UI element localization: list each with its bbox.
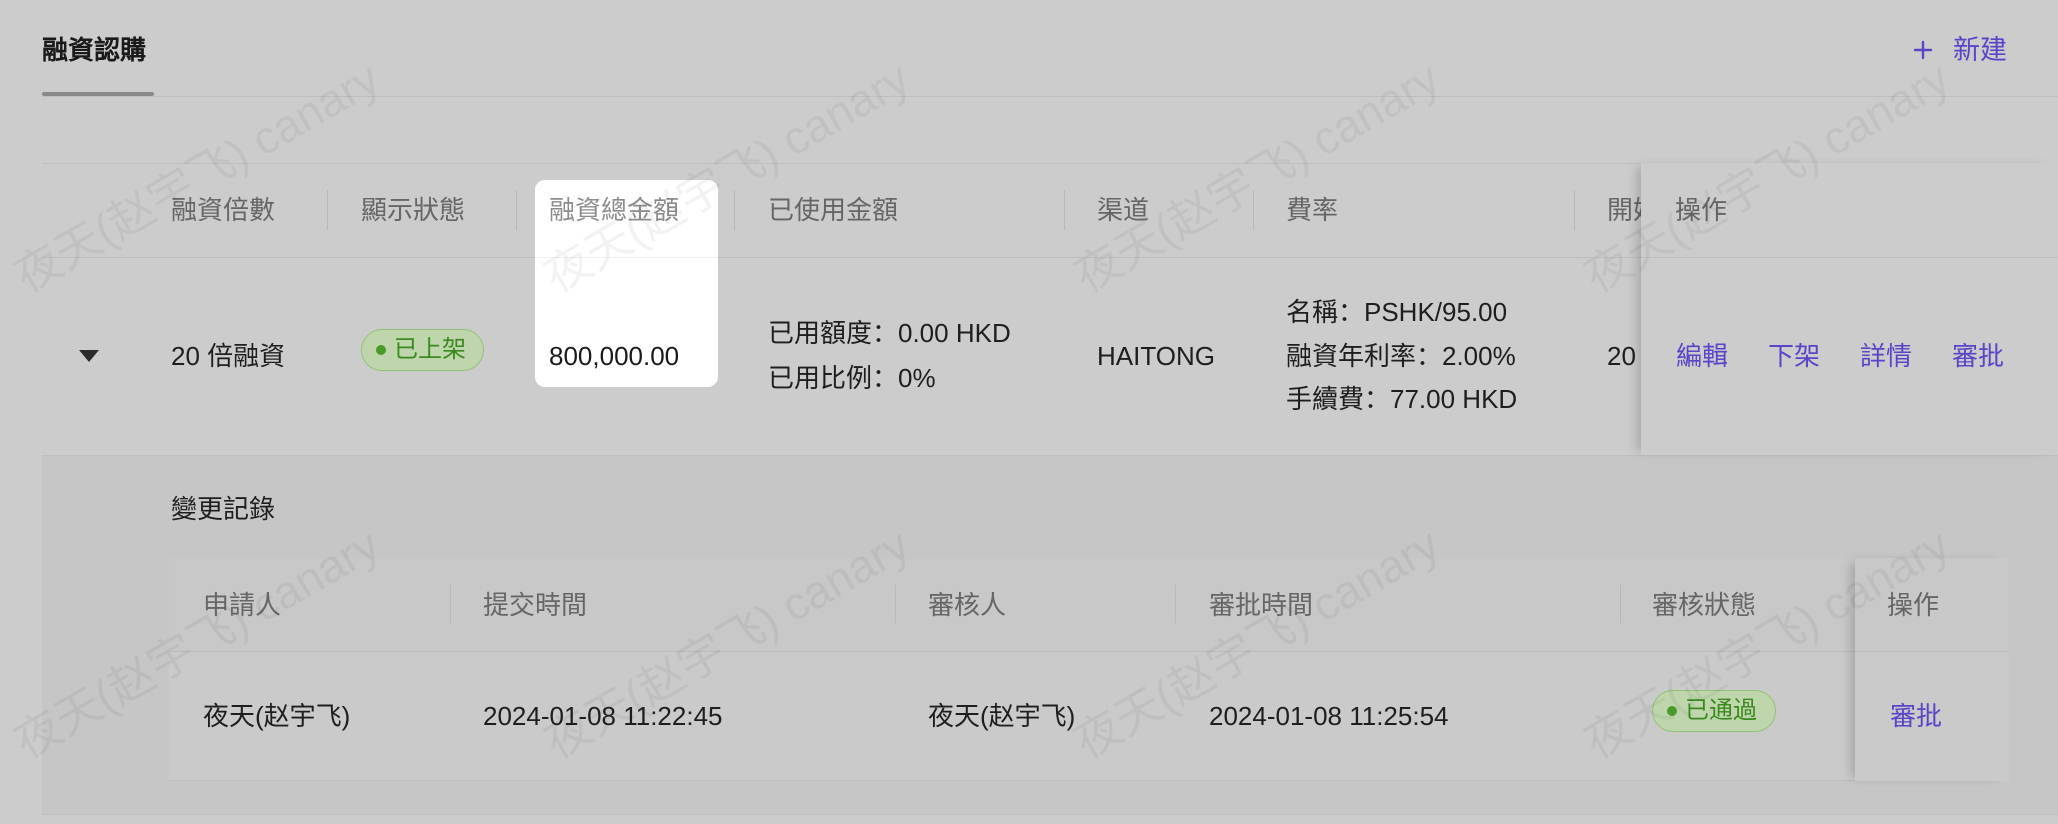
cell-applicant: 夜天(赵宇飞)	[203, 701, 351, 731]
fixed-actions-column: 操作 編輯 下架 詳情 審批	[1641, 163, 2058, 455]
change-log-header-border	[169, 651, 2009, 652]
cell-submitted-at: 2024-01-08 11:22:45	[483, 701, 723, 731]
review-status-label: 已通過	[1685, 697, 1757, 724]
tab-bar-divider	[42, 96, 2058, 97]
details-link[interactable]: 詳情	[1860, 257, 1912, 455]
status-dot-icon	[376, 345, 386, 355]
column-header-used-amount: 已使用金額	[768, 195, 899, 225]
column-divider	[895, 585, 896, 623]
column-header-reviewer: 審核人	[928, 589, 1007, 620]
column-header-actions: 操作	[1675, 195, 1728, 225]
change-log-header: 申請人 提交時間 審核人 審批時間 審核狀態	[169, 558, 2009, 651]
column-divider	[450, 585, 451, 623]
tab-financing-subscription[interactable]: 融資認購	[42, 30, 146, 70]
column-divider	[327, 190, 328, 230]
column-header-channel: 渠道	[1097, 195, 1150, 225]
column-header-review-status: 審核狀態	[1652, 589, 1757, 620]
approve-link[interactable]: 審批	[1952, 257, 2004, 455]
column-header-actions: 操作	[1887, 589, 1940, 620]
page: 融資認購 新建 融資倍數 顯示狀態 融資總金額 已使用金額 渠道 費率 開始 2…	[0, 0, 2058, 824]
plus-icon	[1913, 40, 1933, 60]
cell-approved-at: 2024-01-08 11:25:54	[1209, 701, 1449, 731]
cell-multiple: 20 倍融資	[171, 341, 286, 371]
cell-channel: HAITONG	[1097, 341, 1215, 371]
column-divider	[1574, 190, 1575, 230]
table-row-border	[42, 455, 2058, 456]
tab-active-indicator	[42, 92, 154, 96]
cell-start: 20	[1607, 341, 1636, 371]
column-header-total-amount: 融資總金額	[549, 195, 680, 225]
change-log-approve-link[interactable]: 審批	[1890, 651, 1942, 781]
column-header-display-status: 顯示狀態	[361, 195, 466, 225]
change-log-fixed-actions-column: 操作 審批	[1855, 558, 2009, 781]
table-row: 夜天(赵宇飞) 2024-01-08 11:22:45 夜天(赵宇飞) 2024…	[169, 651, 2009, 781]
cell-used-ratio: 已用比例：0%	[768, 363, 936, 393]
column-divider	[734, 190, 735, 230]
cell-fee-name: 名稱：PSHK/95.00	[1286, 297, 1508, 327]
status-badge-label: 已上架	[394, 336, 466, 363]
column-header-multiple: 融資倍數	[171, 195, 276, 225]
column-header-submitted-at: 提交時間	[483, 589, 588, 620]
column-divider	[1175, 585, 1176, 623]
change-log-bottom-border	[169, 780, 2009, 781]
unlist-link[interactable]: 下架	[1768, 257, 1820, 455]
column-divider	[1253, 190, 1254, 230]
expanded-bottom-border	[42, 814, 2058, 815]
change-log-title: 變更記錄	[171, 494, 276, 524]
status-dot-icon	[1667, 706, 1677, 716]
caret-down-icon[interactable]	[79, 350, 99, 362]
cell-reviewer: 夜天(赵宇飞)	[928, 701, 1076, 731]
status-badge: 已上架	[361, 329, 484, 371]
cell-fee-annual-rate: 融資年利率：2.00%	[1286, 341, 1516, 371]
change-log-table: 申請人 提交時間 審核人 審批時間 審核狀態 夜天(赵宇飞) 2024-01-0…	[169, 558, 2009, 781]
column-header-fee-rate: 費率	[1286, 195, 1339, 225]
review-status-badge: 已通過	[1652, 690, 1776, 732]
new-button-label: 新建	[1953, 34, 2007, 65]
cell-used-amount: 已用額度：0.00 HKD	[768, 318, 1011, 348]
column-divider	[516, 190, 517, 230]
cell-fee-handling: 手續費：77.00 HKD	[1286, 384, 1518, 414]
column-header-applicant: 申請人	[203, 589, 282, 620]
new-button[interactable]: 新建	[1912, 30, 2007, 70]
column-divider	[1620, 585, 1621, 623]
edit-link[interactable]: 編輯	[1676, 257, 1728, 455]
column-divider	[1064, 190, 1065, 230]
column-header-approved-at: 審批時間	[1209, 589, 1314, 620]
cell-total-amount: 800,000.00	[549, 341, 680, 371]
